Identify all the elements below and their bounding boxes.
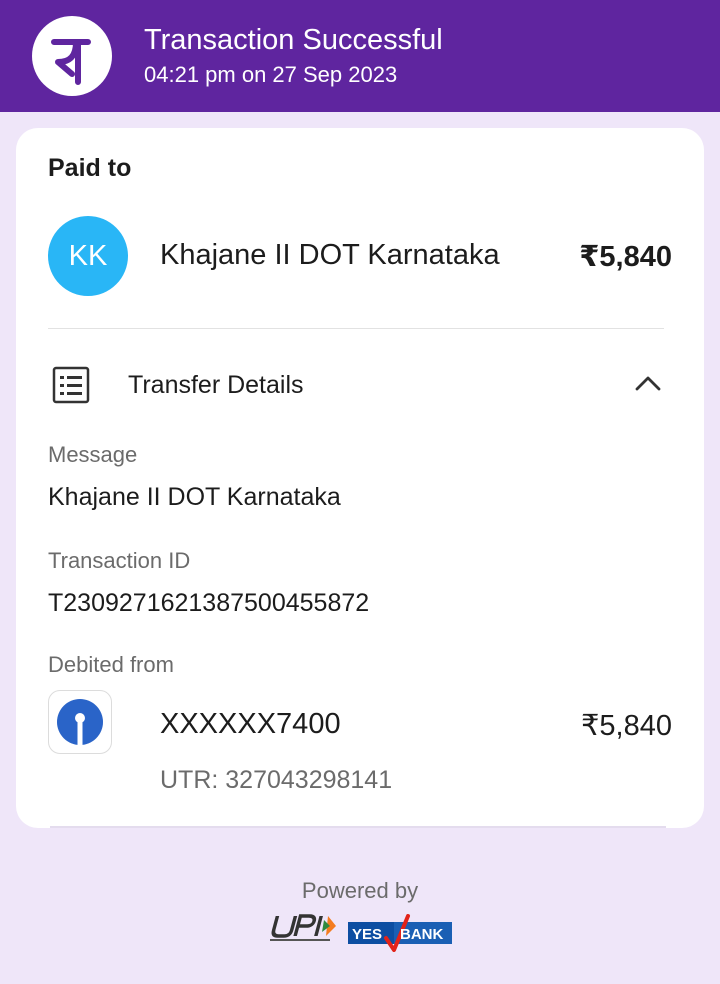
paid-to-heading: Paid to (48, 154, 132, 182)
payee-avatar: KK (48, 216, 128, 296)
powered-by-label: Powered by (301, 878, 419, 903)
transaction-id-value: T2309271621387500455872 (48, 589, 370, 617)
utr-number: UTR: 327043298141 (160, 766, 393, 794)
phonepe-logo-icon (32, 16, 112, 96)
card-shadow-line (50, 826, 666, 828)
svg-text:YES: YES (352, 926, 382, 943)
paid-amount: ₹5,840 (579, 241, 672, 273)
debited-from-label: Debited from (48, 652, 174, 677)
status-header: Transaction Successful 04:21 pm on 27 Se… (0, 0, 720, 112)
message-value: Khajane II DOT Karnataka (48, 483, 341, 511)
status-title: Transaction Successful (144, 24, 443, 56)
transaction-timestamp: 04:21 pm on 27 Sep 2023 (144, 62, 398, 87)
avatar-initials: KK (68, 239, 108, 272)
account-number: XXXXXX7400 (160, 708, 341, 740)
receipt-list-icon (52, 366, 90, 409)
transfer-details-toggle[interactable]: Transfer Details (128, 371, 304, 400)
sbi-logo-icon (48, 690, 112, 754)
message-label: Message (48, 442, 138, 467)
svg-text:BANK: BANK (400, 926, 443, 943)
transaction-card: Paid to KK Khajane II DOT Karnataka ₹5,8… (16, 128, 704, 828)
payee-name: Khajane II DOT Karnataka (160, 239, 500, 271)
upi-logo-icon (268, 914, 340, 949)
yes-bank-logo-icon: YES BANK (348, 914, 452, 957)
chevron-up-icon[interactable] (634, 374, 662, 397)
debited-amount: ₹5,840 (580, 710, 672, 742)
divider (48, 328, 664, 329)
transaction-id-label: Transaction ID (48, 548, 191, 573)
